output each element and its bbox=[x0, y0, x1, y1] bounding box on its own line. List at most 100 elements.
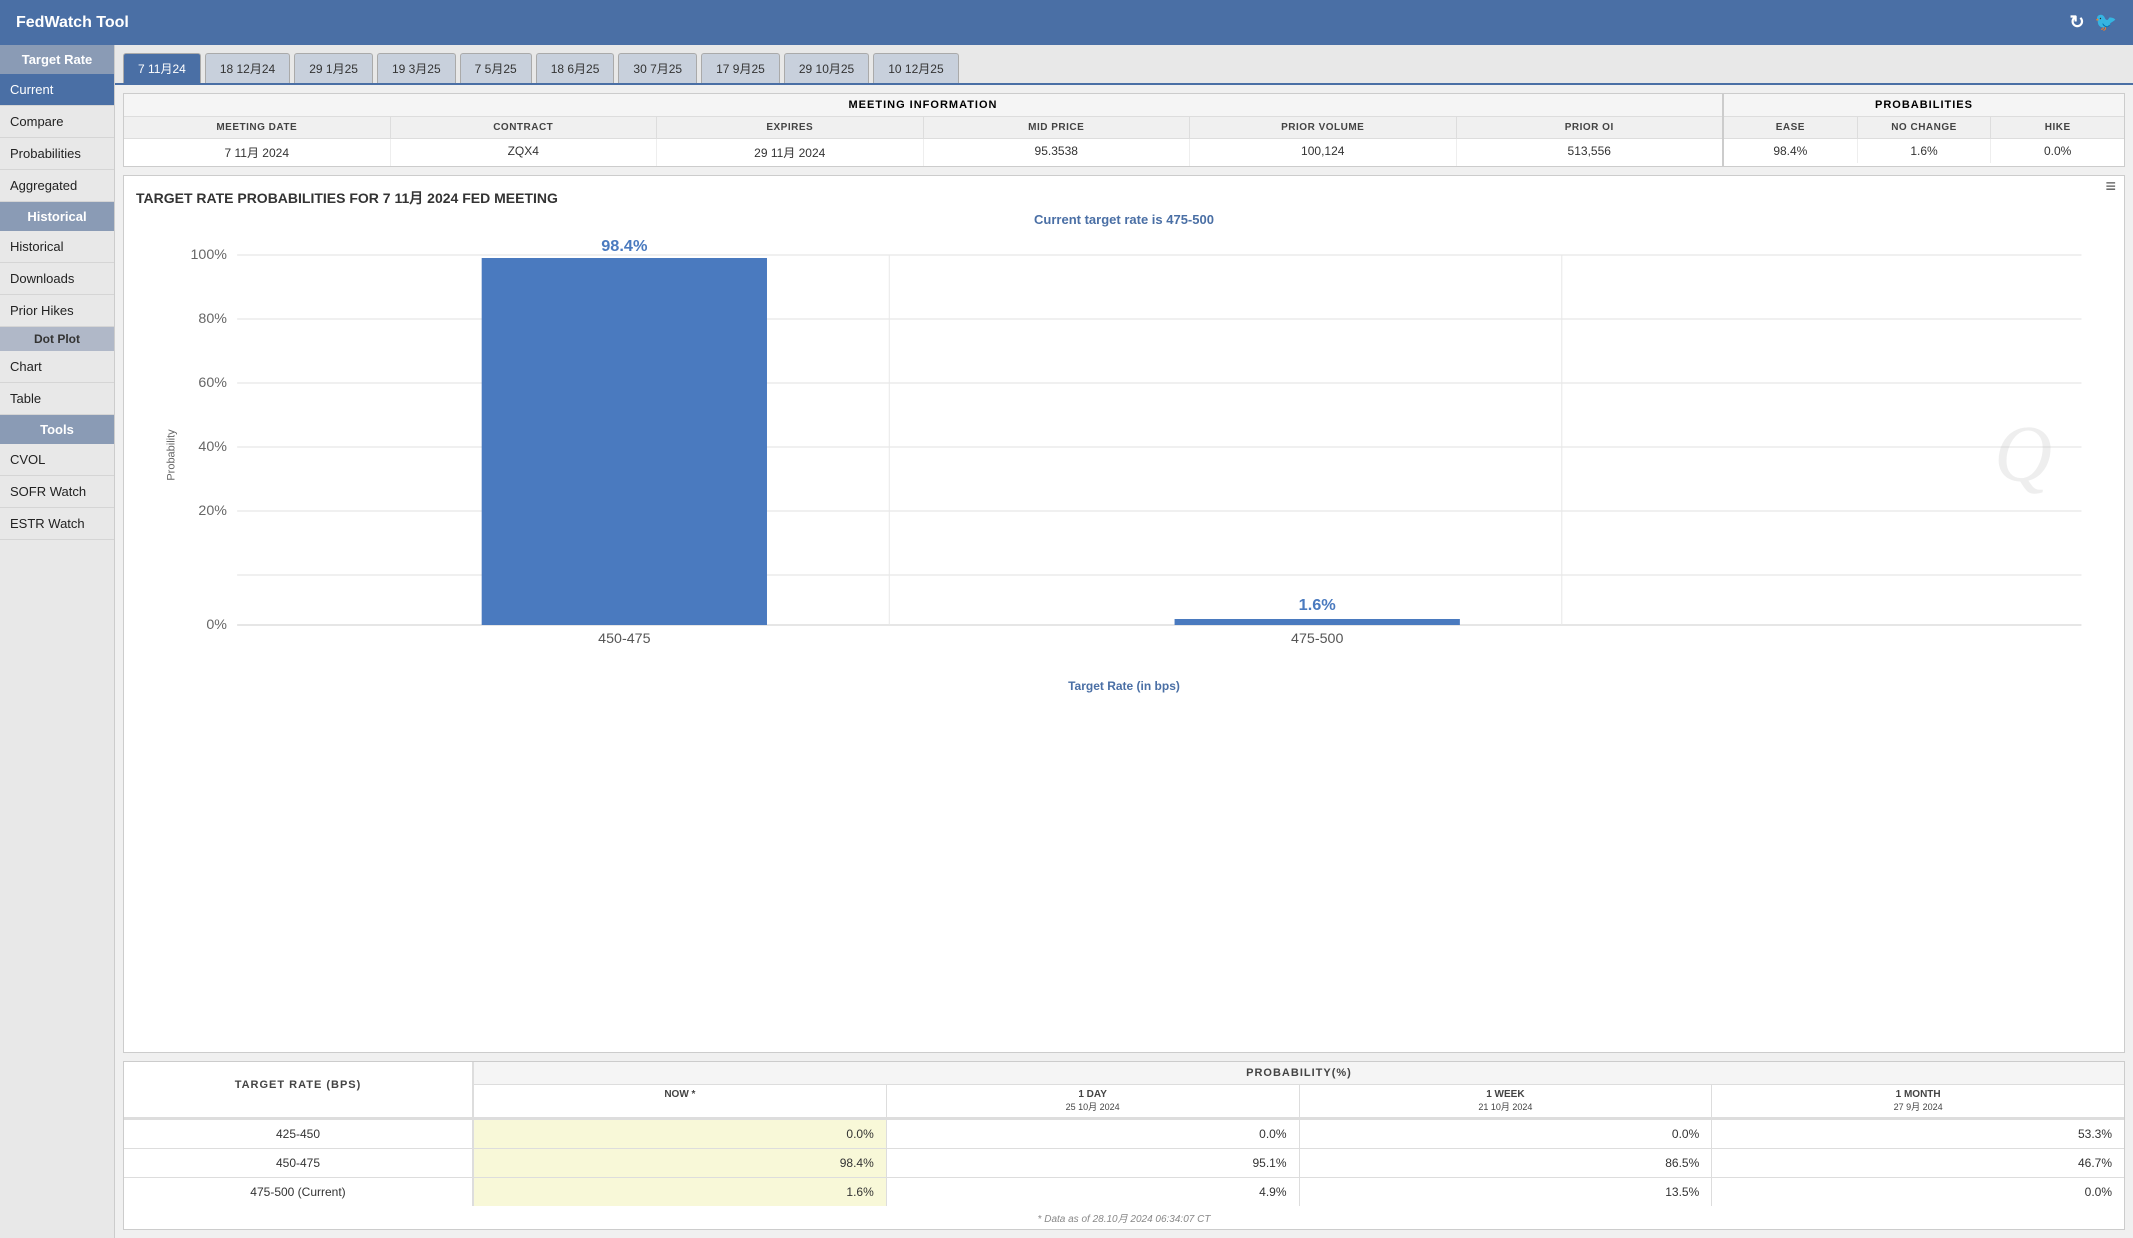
sidebar-item-chart[interactable]: Chart bbox=[0, 351, 114, 383]
bth-sub-1day: 1 DAY 25 10月 2024 bbox=[887, 1085, 1300, 1117]
btd-1week-1: 86.5% bbox=[1300, 1149, 1713, 1177]
svg-text:450-475: 450-475 bbox=[598, 630, 650, 646]
tab-1[interactable]: 18 12月24 bbox=[205, 53, 290, 83]
tab-8[interactable]: 29 10月25 bbox=[784, 53, 869, 83]
svg-text:40%: 40% bbox=[198, 438, 227, 454]
svg-text:80%: 80% bbox=[198, 310, 227, 326]
prob-row: 98.4% 1.6% 0.0% bbox=[1724, 139, 2124, 163]
bth-left-title: TARGET RATE (BPS) bbox=[124, 1062, 472, 1108]
table-row: 475-500 (Current) 1.6% 4.9% 13.5% 0.0% bbox=[124, 1177, 2124, 1206]
x-axis-label: Target Rate (in bps) bbox=[136, 679, 2112, 693]
y-axis-label: Probability bbox=[166, 429, 178, 480]
sidebar-item-current[interactable]: Current bbox=[0, 74, 114, 106]
sidebar-item-historical[interactable]: Historical bbox=[0, 231, 114, 263]
bottom-table-panel: TARGET RATE (BPS) PROBABILITY(%) NOW * 1… bbox=[123, 1061, 2125, 1230]
tab-7[interactable]: 17 9月25 bbox=[701, 53, 780, 83]
sidebar-item-compare[interactable]: Compare bbox=[0, 106, 114, 138]
twitter-icon[interactable]: 🐦 bbox=[2095, 12, 2117, 33]
bth-left: TARGET RATE (BPS) bbox=[124, 1062, 474, 1117]
chart-title: TARGET RATE PROBABILITIES FOR 7 11月 2024… bbox=[136, 188, 558, 208]
btd-1month-2: 0.0% bbox=[1712, 1178, 2124, 1206]
meeting-panel: MEETING INFORMATION MEETING DATE CONTRAC… bbox=[123, 93, 2125, 167]
main-layout: Target Rate Current Compare Probabilitie… bbox=[0, 45, 2133, 1238]
sidebar-item-probabilities[interactable]: Probabilities bbox=[0, 138, 114, 170]
tab-5[interactable]: 18 6月25 bbox=[536, 53, 615, 83]
app-title: FedWatch Tool bbox=[16, 14, 129, 32]
sidebar-item-sofr-watch[interactable]: SOFR Watch bbox=[0, 476, 114, 508]
meeting-info-section: MEETING INFORMATION MEETING DATE CONTRAC… bbox=[124, 94, 1724, 166]
th-contract: CONTRACT bbox=[391, 117, 658, 138]
bth-right: PROBABILITY(%) NOW * 1 DAY 25 10月 2024 1… bbox=[474, 1062, 2124, 1117]
btd-1week-2: 13.5% bbox=[1300, 1178, 1713, 1206]
th-ease: EASE bbox=[1724, 117, 1858, 138]
prob-table-headers: EASE NO CHANGE HIKE bbox=[1724, 117, 2124, 139]
btd-1day-0: 0.0% bbox=[887, 1120, 1300, 1148]
th-prior-volume: PRIOR VOLUME bbox=[1190, 117, 1457, 138]
tab-4[interactable]: 7 5月25 bbox=[460, 53, 532, 83]
panels: MEETING INFORMATION MEETING DATE CONTRAC… bbox=[115, 85, 2133, 1238]
meeting-info-table-headers: MEETING DATE CONTRACT EXPIRES MID PRICE … bbox=[124, 117, 1722, 139]
btd-now-1: 98.4% bbox=[474, 1149, 887, 1177]
tab-0[interactable]: 7 11月24 bbox=[123, 53, 201, 83]
app-header: FedWatch Tool ↻ 🐦 bbox=[0, 0, 2133, 45]
tab-3[interactable]: 19 3月25 bbox=[377, 53, 456, 83]
sidebar-item-cvol[interactable]: CVOL bbox=[0, 444, 114, 476]
sidebar-item-estr-watch[interactable]: ESTR Watch bbox=[0, 508, 114, 540]
td-expires: 29 11月 2024 bbox=[657, 139, 924, 166]
bottom-table-header: TARGET RATE (BPS) PROBABILITY(%) NOW * 1… bbox=[124, 1062, 2124, 1119]
refresh-icon[interactable]: ↻ bbox=[2069, 12, 2084, 33]
btd-1day-2: 4.9% bbox=[887, 1178, 1300, 1206]
th-prior-oi: PRIOR OI bbox=[1457, 117, 1723, 138]
th-mid-price: MID PRICE bbox=[924, 117, 1191, 138]
svg-text:98.4%: 98.4% bbox=[601, 237, 647, 255]
meeting-info-row: 7 11月 2024 ZQX4 29 11月 2024 95.3538 100,… bbox=[124, 139, 1722, 166]
tab-9[interactable]: 10 12月25 bbox=[873, 53, 958, 83]
bth-sub-1week: 1 WEEK 21 10月 2024 bbox=[1300, 1085, 1713, 1117]
sidebar-item-prior-hikes[interactable]: Prior Hikes bbox=[0, 295, 114, 327]
bth-sub-headers: NOW * 1 DAY 25 10月 2024 1 WEEK 21 10月 20… bbox=[474, 1085, 2124, 1117]
chart-subtitle: Current target rate is 475-500 bbox=[136, 212, 2112, 227]
td-contract: ZQX4 bbox=[391, 139, 658, 166]
td-hike: 0.0% bbox=[1991, 139, 2124, 163]
td-prior-volume: 100,124 bbox=[1190, 139, 1457, 166]
table-row: 425-450 0.0% 0.0% 0.0% 53.3% bbox=[124, 1119, 2124, 1148]
tools-section[interactable]: Tools bbox=[0, 415, 114, 444]
svg-text:100%: 100% bbox=[190, 246, 227, 262]
chart-panel: TARGET RATE PROBABILITIES FOR 7 11月 2024… bbox=[123, 175, 2125, 1053]
btd-1month-0: 53.3% bbox=[1712, 1120, 2124, 1148]
content-area: 7 11月24 18 12月24 29 1月25 19 3月25 7 5月25 … bbox=[115, 45, 2133, 1238]
btd-rate-1: 450-475 bbox=[124, 1149, 474, 1177]
svg-text:60%: 60% bbox=[198, 374, 227, 390]
td-prior-oi: 513,556 bbox=[1457, 139, 1723, 166]
td-ease: 98.4% bbox=[1724, 139, 1858, 163]
tab-bar: 7 11月24 18 12月24 29 1月25 19 3月25 7 5月25 … bbox=[115, 45, 2133, 85]
sidebar-item-aggregated[interactable]: Aggregated bbox=[0, 170, 114, 202]
btd-rate-0: 425-450 bbox=[124, 1120, 474, 1148]
meeting-info-header: MEETING INFORMATION bbox=[124, 94, 1722, 117]
sidebar-item-downloads[interactable]: Downloads bbox=[0, 263, 114, 295]
svg-text:1.6%: 1.6% bbox=[1299, 596, 1336, 614]
btd-rate-2: 475-500 (Current) bbox=[124, 1178, 474, 1206]
btd-1day-1: 95.1% bbox=[887, 1149, 1300, 1177]
sidebar-item-table[interactable]: Table bbox=[0, 383, 114, 415]
tab-2[interactable]: 29 1月25 bbox=[294, 53, 373, 83]
td-mid-price: 95.3538 bbox=[924, 139, 1191, 166]
probabilities-header: PROBABILITIES bbox=[1724, 94, 2124, 117]
svg-text:20%: 20% bbox=[198, 502, 227, 518]
td-meeting-date: 7 11月 2024 bbox=[124, 139, 391, 166]
tab-6[interactable]: 30 7月25 bbox=[618, 53, 697, 83]
table-row: 450-475 98.4% 95.1% 86.5% 46.7% bbox=[124, 1148, 2124, 1177]
target-rate-section[interactable]: Target Rate bbox=[0, 45, 114, 74]
watermark: Q bbox=[1994, 410, 2052, 501]
historical-section[interactable]: Historical bbox=[0, 202, 114, 231]
sidebar: Target Rate Current Compare Probabilitie… bbox=[0, 45, 115, 1238]
chart-menu-icon[interactable]: ≡ bbox=[2105, 176, 2116, 197]
bth-sub-1month: 1 MONTH 27 9月 2024 bbox=[1712, 1085, 2124, 1117]
bth-sub-now: NOW * bbox=[474, 1085, 887, 1117]
btd-now-0: 0.0% bbox=[474, 1120, 887, 1148]
btd-1month-1: 46.7% bbox=[1712, 1149, 2124, 1177]
probabilities-section: PROBABILITIES EASE NO CHANGE HIKE 98.4% … bbox=[1724, 94, 2124, 166]
dot-plot-section-label: Dot Plot bbox=[0, 327, 114, 351]
th-no-change: NO CHANGE bbox=[1858, 117, 1992, 138]
chart-container: Probability Q 100% 80% 60% bbox=[176, 235, 2112, 675]
